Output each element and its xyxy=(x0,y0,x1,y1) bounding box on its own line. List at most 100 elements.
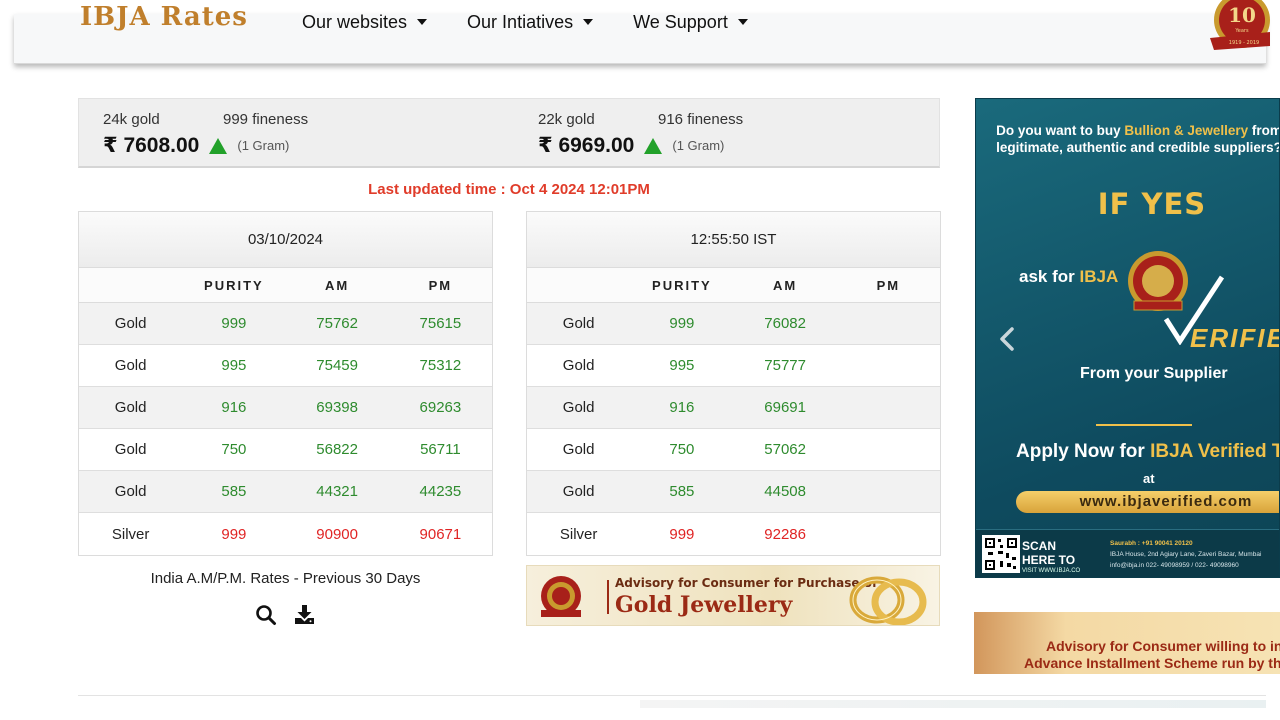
price-24k: 24k gold 999 fineness ₹ 7608.00 (1 Gram) xyxy=(103,111,308,158)
table-row: Gold 995 75777 xyxy=(527,345,940,387)
purity-cell: 916 xyxy=(221,399,247,416)
pm-cell xyxy=(837,303,940,344)
contact-address: IBJA House, 2nd Agiary Lane, Zaveri Baza… xyxy=(1110,551,1262,558)
table-row: Silver 999 90900 90671 xyxy=(79,513,492,555)
table-row: Gold 995 75459 75312 xyxy=(79,345,492,387)
ad-if-yes: IF YES xyxy=(1097,187,1207,221)
am-cell: 69691 xyxy=(764,399,806,416)
ad-from-supplier: From your Supplier xyxy=(1080,365,1228,382)
table-row: Gold 916 69691 xyxy=(527,387,940,429)
ibja-rates-logo[interactable]: IBJA Rates xyxy=(80,2,248,32)
contact-mail: info@ibja.in 022- 49098959 / 022- 490989… xyxy=(1110,562,1239,569)
scan-line1: SCAN xyxy=(1022,539,1057,553)
scan-visit: VISIT WWW.IBJA.CO xyxy=(1022,568,1081,574)
anniversary-badge: 10 Years 1919 - 2019 xyxy=(1200,0,1270,62)
pm-cell: 44235 xyxy=(419,483,462,500)
badge-number: 10 xyxy=(1228,3,1256,27)
purity-cell: 585 xyxy=(221,483,247,500)
table-row: Gold 999 75762 75615 xyxy=(79,303,492,345)
advisory-installment-banner[interactable]: Advisory for Consumer willing to invest … xyxy=(974,612,1280,674)
table-row: Gold 585 44508 xyxy=(527,471,940,513)
ad-apply-now: Apply Now for IBJA Verified Tag xyxy=(1016,441,1279,463)
ad-highlight: Bullion & Jewellery xyxy=(1124,123,1249,138)
purity-cell: 916 xyxy=(669,399,695,416)
table-header-row: PURITY AM PM xyxy=(79,268,492,303)
banner-divider xyxy=(607,580,609,614)
nav-our-initiatives[interactable]: Our Intiatives xyxy=(467,11,594,32)
table-row: Silver 999 92286 xyxy=(527,513,940,555)
previous-30-days-link[interactable]: India A.M/P.M. Rates - Previous 30 Days xyxy=(78,570,493,587)
table-date: 03/10/2024 xyxy=(79,212,492,268)
metal-cell: Silver xyxy=(559,525,598,543)
nav-we-support[interactable]: We Support xyxy=(633,12,748,32)
am-cell: 92286 xyxy=(764,525,806,543)
am-cell: 56822 xyxy=(316,441,358,458)
download-icon[interactable] xyxy=(294,604,316,626)
up-arrow-icon xyxy=(644,137,663,154)
ad-question: Do you want to buy Bullion & Jewellery f… xyxy=(994,123,1279,156)
col-header-purity: PURITY xyxy=(204,277,264,293)
nav-menu: Our websites Our Intiatives We Support xyxy=(302,11,788,32)
pm-cell xyxy=(837,387,940,428)
purity-label: 24k gold xyxy=(103,111,160,128)
table-row: Gold 750 57062 xyxy=(527,429,940,471)
col-header-am: AM xyxy=(325,277,350,293)
col-header-am: AM xyxy=(773,277,798,293)
metal-cell: Silver xyxy=(111,525,150,543)
section-divider xyxy=(78,695,1266,696)
logo-text: IBJA Rates xyxy=(80,2,248,32)
pm-cell: 56711 xyxy=(420,441,461,458)
nav-label: Our Intiatives xyxy=(467,11,574,32)
purity-cell: 999 xyxy=(669,525,695,543)
metal-cell: Gold xyxy=(562,441,595,458)
advisory-line2: Gold Jewellery xyxy=(615,592,793,618)
ad-url-pill[interactable]: www.ibjaverified.com xyxy=(1016,491,1279,513)
pm-cell xyxy=(837,429,940,470)
unit-label: (1 Gram) xyxy=(237,138,290,153)
pm-cell: 75312 xyxy=(419,357,462,374)
purity-cell: 995 xyxy=(221,357,247,374)
col-header-metal xyxy=(79,268,182,302)
pm-cell: 69263 xyxy=(419,399,462,416)
fineness-label: 999 fineness xyxy=(223,111,309,128)
purity-cell: 585 xyxy=(669,483,695,500)
metal-cell: Gold xyxy=(562,315,595,332)
ibja-verified-ad[interactable]: Do you want to buy Bullion & Jewellery f… xyxy=(975,98,1280,578)
purity-cell: 750 xyxy=(221,441,247,458)
am-cell: 76082 xyxy=(764,315,806,332)
scan-line2: HERE TO xyxy=(1022,553,1076,567)
metal-cell: Gold xyxy=(114,399,147,416)
table-header-row: PURITY AM PM xyxy=(527,268,940,303)
caret-down-icon xyxy=(737,19,748,25)
purity-cell: 999 xyxy=(669,315,695,332)
pm-cell xyxy=(837,345,940,386)
col-header-pm: PM xyxy=(428,277,453,293)
anniversary-badge-icon: 10 Years 1919 - 2019 xyxy=(1210,0,1270,50)
col-header-pm: PM xyxy=(876,277,901,293)
am-cell: 75777 xyxy=(764,357,806,374)
ibja-seal-icon xyxy=(541,576,581,617)
table-row: Gold 750 56822 56711 xyxy=(79,429,492,471)
ad-highlight: IBJA xyxy=(1079,267,1119,286)
col-header-purity: PURITY xyxy=(652,277,712,293)
banner2-line1: Advisory for Consumer willing to invest xyxy=(1046,638,1280,654)
price-value: ₹ 6969.00 xyxy=(538,134,635,157)
search-icon[interactable] xyxy=(255,604,277,626)
carousel-prev-icon[interactable] xyxy=(996,326,1018,352)
metal-cell: Gold xyxy=(114,483,147,500)
banner2-line2: Advance Installment Scheme run by the xyxy=(1024,655,1280,671)
nav-our-websites[interactable]: Our websites xyxy=(302,11,428,32)
pm-cell: 75615 xyxy=(419,315,462,332)
pm-cell xyxy=(837,513,940,555)
contact-name: Saurabh : +91 90041 20120 xyxy=(1110,540,1193,547)
badge-years: Years xyxy=(1234,28,1249,34)
nav-label: Our websites xyxy=(302,11,408,32)
scan-text: SCAN HERE TO xyxy=(1022,539,1075,567)
am-cell: 69398 xyxy=(316,399,358,416)
qr-code-icon[interactable] xyxy=(982,535,1020,573)
metal-cell: Gold xyxy=(114,315,147,332)
ad-text: ask for xyxy=(1019,267,1080,286)
ad-divider xyxy=(1096,424,1192,426)
metal-cell: Gold xyxy=(114,441,147,458)
advisory-gold-jewellery-banner[interactable]: Advisory for Consumer for Purchase of Go… xyxy=(526,565,940,626)
